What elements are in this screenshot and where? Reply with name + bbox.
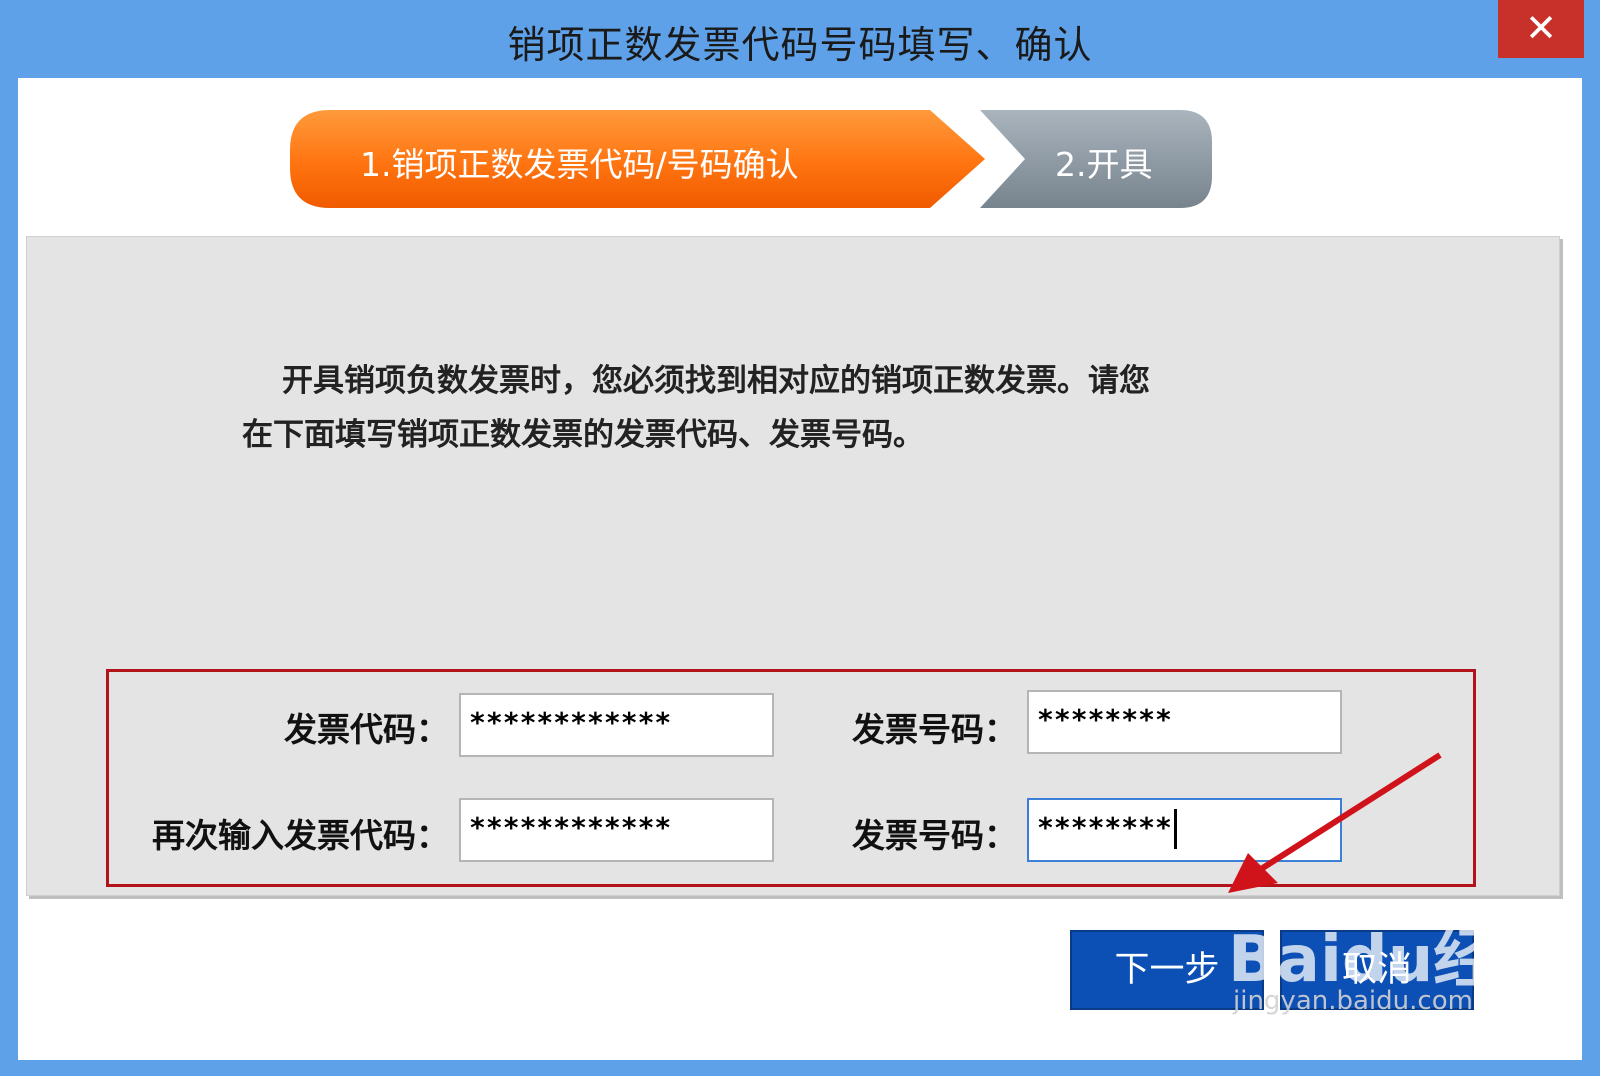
step-indicator: 1.销项正数发票代码/号码确认 2.开具 [290, 108, 1240, 210]
step-1-label: 1.销项正数发票代码/号码确认 [360, 145, 799, 184]
confirm-number-value: ******** [1037, 811, 1172, 844]
title-bar: 销项正数发票代码号码填写、确认 ✕ [0, 0, 1600, 78]
invoice-number-label: 发票号码： [852, 710, 1017, 749]
dialog-body: 1.销项正数发票代码/号码确认 2.开具 开具销项负数发票时，您必须找到相对应的… [18, 78, 1582, 1060]
close-button[interactable]: ✕ [1498, 0, 1584, 58]
window-title: 销项正数发票代码号码填写、确认 [507, 23, 1093, 67]
dialog-window: 销项正数发票代码号码填写、确认 ✕ 1.销项正数发票代码/号码确认 2.开具 开… [0, 0, 1600, 1076]
confirm-code-label: 再次输入发票代码： [152, 816, 449, 855]
instruction-line-1: 开具销项负数发票时，您必须找到相对应的销项正数发票。请您 [282, 363, 1150, 399]
invoice-code-label: 发票代码： [284, 710, 449, 749]
invoice-code-field[interactable]: ************ [459, 693, 774, 757]
text-caret [1173, 809, 1177, 849]
red-arrow-icon [1228, 752, 1442, 893]
instruction-line-2: 在下面填写销项正数发票的发票代码、发票号码。 [242, 417, 924, 453]
confirm-code-field[interactable]: ************ [459, 798, 774, 862]
watermark-url: jingyan.baidu.com [1233, 986, 1473, 1016]
confirm-number-label: 发票号码： [852, 816, 1017, 855]
step-2-label: 2.开具 [1055, 145, 1153, 184]
close-icon: ✕ [1525, 6, 1557, 50]
